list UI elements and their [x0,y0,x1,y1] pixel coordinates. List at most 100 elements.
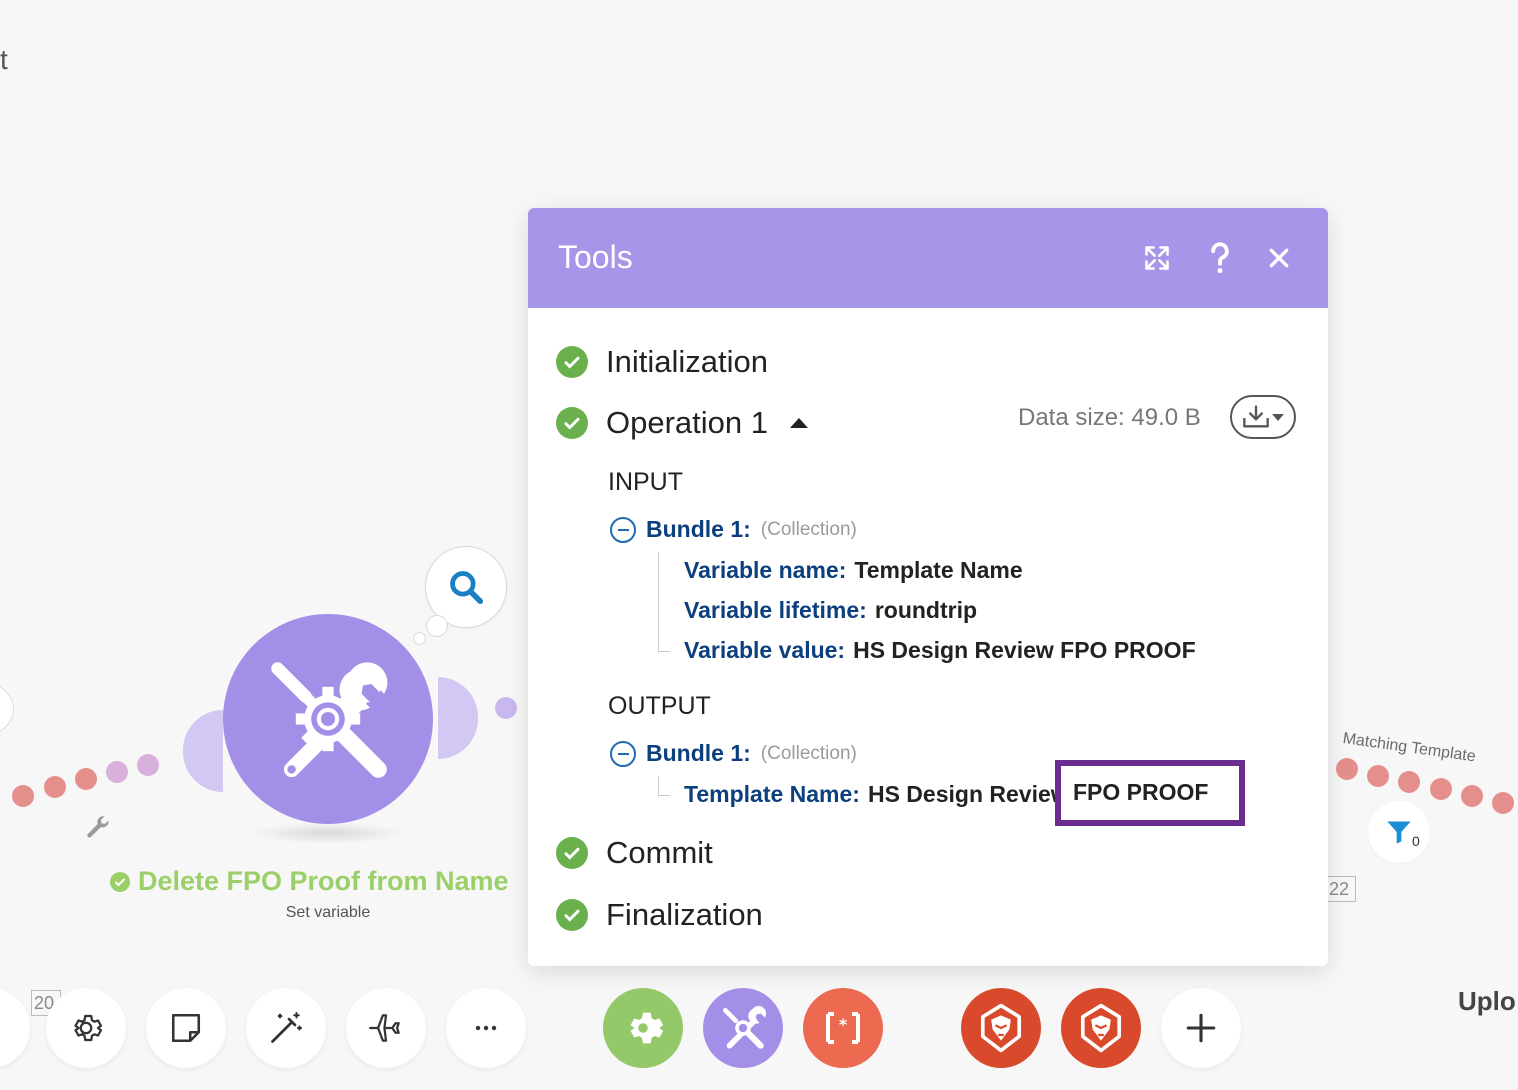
success-check-icon [556,346,588,378]
search-icon [450,571,484,605]
route-label[interactable]: Matching Template [1341,730,1477,766]
connector-dot [495,697,517,719]
input-row: Variable name: Template Name [684,557,1023,584]
step-initialization[interactable]: Initialization [556,344,768,380]
add-favorite-button[interactable] [1161,988,1241,1068]
wrench-icon[interactable] [84,814,112,847]
highlighted-value: FPO PROOF [1073,779,1209,805]
tools-icon [223,614,433,824]
step-operation[interactable]: Operation 1 [556,405,808,441]
module-title-partial[interactable]: Uplo [1458,986,1516,1017]
question-icon [1211,242,1229,274]
row-value: roundtrip [874,597,978,623]
connector-dot [1461,785,1483,807]
dialog-header: Tools [528,208,1328,308]
more-icon [475,1025,497,1031]
step-commit[interactable]: Commit [556,835,713,871]
tools-settings-app-button[interactable] [603,988,683,1068]
row-key: Template Name: [684,781,860,807]
plus-icon [1186,1013,1216,1043]
note-icon [171,1013,201,1043]
filter-button[interactable]: 0 [1368,801,1430,863]
brave-lion-icon [1080,1003,1122,1053]
bundle-label: Bundle 1: [646,516,751,542]
connector-dot [12,785,34,807]
step-label: Finalization [606,897,763,932]
bundle-label: Bundle 1: [646,740,751,766]
input-row: Variable lifetime: roundtrip [684,597,977,624]
bundle-type: (Collection) [760,518,857,540]
tree-connector [658,776,659,796]
row-key: Variable value: [684,637,846,663]
connector-dot [1398,771,1420,793]
connector-dot [106,761,128,783]
toolbar-partial-button[interactable] [0,988,30,1068]
module-left-handle [183,710,223,792]
filter-icon [1387,821,1411,844]
download-bundles-button[interactable] [1230,395,1296,439]
output-bundle-header[interactable]: Bundle 1: (Collection) [610,740,857,767]
explain-flow-button[interactable] [346,988,426,1068]
module-id-badge: 22 [1326,876,1356,902]
module-shadow [248,822,408,844]
maximize-button[interactable] [1137,238,1177,278]
connector-dot [1492,792,1514,814]
row-value: HS Design Review FPO PROOF [853,637,1196,663]
help-button[interactable] [1200,238,1240,278]
collapse-icon[interactable] [610,516,636,543]
brave-app-button[interactable] [961,988,1041,1068]
notes-button[interactable] [146,988,226,1068]
auto-align-button[interactable] [246,988,326,1068]
row-value: HS Design Review [867,781,1069,807]
output-heading: OUTPUT [608,692,711,720]
step-finalization[interactable]: Finalization [556,897,763,933]
tools-app-button[interactable] [703,988,783,1068]
close-button[interactable] [1259,238,1299,278]
connector-dot [1367,765,1389,787]
input-row: Variable value: HS Design Review FPO PROO… [684,637,1196,664]
success-check-icon [556,407,588,439]
set-variable-module[interactable] [183,614,478,844]
previous-module-edge[interactable] [0,680,14,738]
connector-dot [137,754,159,776]
filter-count: 0 [1412,833,1420,849]
close-icon [1269,248,1289,268]
json-app-button[interactable]: * [803,988,883,1068]
more-button[interactable] [446,988,526,1068]
airplane-icon [369,1014,400,1042]
chevron-down-icon [1272,413,1284,421]
settings-button[interactable] [46,988,126,1068]
gear-icon [630,1012,664,1044]
tools-dialog: Tools Initialization Operation 1 Data si… [528,208,1328,966]
connector-dot [1336,758,1358,780]
output-row: Template Name: HS Design Review [684,781,1069,808]
connector-dot [1430,778,1452,800]
tree-connector [658,795,670,796]
brave-app-button[interactable] [1061,988,1141,1068]
success-check-icon [556,899,588,931]
tools-icon [722,1005,767,1049]
connector-dot [75,768,97,790]
collapse-caret-icon[interactable] [790,418,808,428]
row-value: Template Name [854,557,1023,583]
step-label: Initialization [606,344,768,379]
brave-lion-icon [980,1003,1022,1053]
bubble-tail [413,632,426,645]
module-right-handle [438,677,478,759]
magic-wand-icon [271,1011,303,1043]
success-check-icon [556,837,588,869]
highlight-annotation-box: FPO PROOF [1055,760,1245,826]
json-bracket-icon: * [826,1012,860,1044]
module-title-text: Delete FPO Proof from Name [138,866,509,896]
download-icon [1243,405,1269,428]
input-bundle-header[interactable]: Bundle 1: (Collection) [610,516,857,543]
bundle-type: (Collection) [760,742,857,764]
connector-dot [44,776,66,798]
row-key: Variable name: [684,557,847,583]
module-title[interactable]: Delete FPO Proof from Name [110,866,509,897]
collapse-icon[interactable] [610,740,636,767]
input-heading: INPUT [608,468,683,496]
bubble-tail [426,615,448,637]
gear-icon [74,1014,103,1042]
tree-connector [658,552,659,652]
